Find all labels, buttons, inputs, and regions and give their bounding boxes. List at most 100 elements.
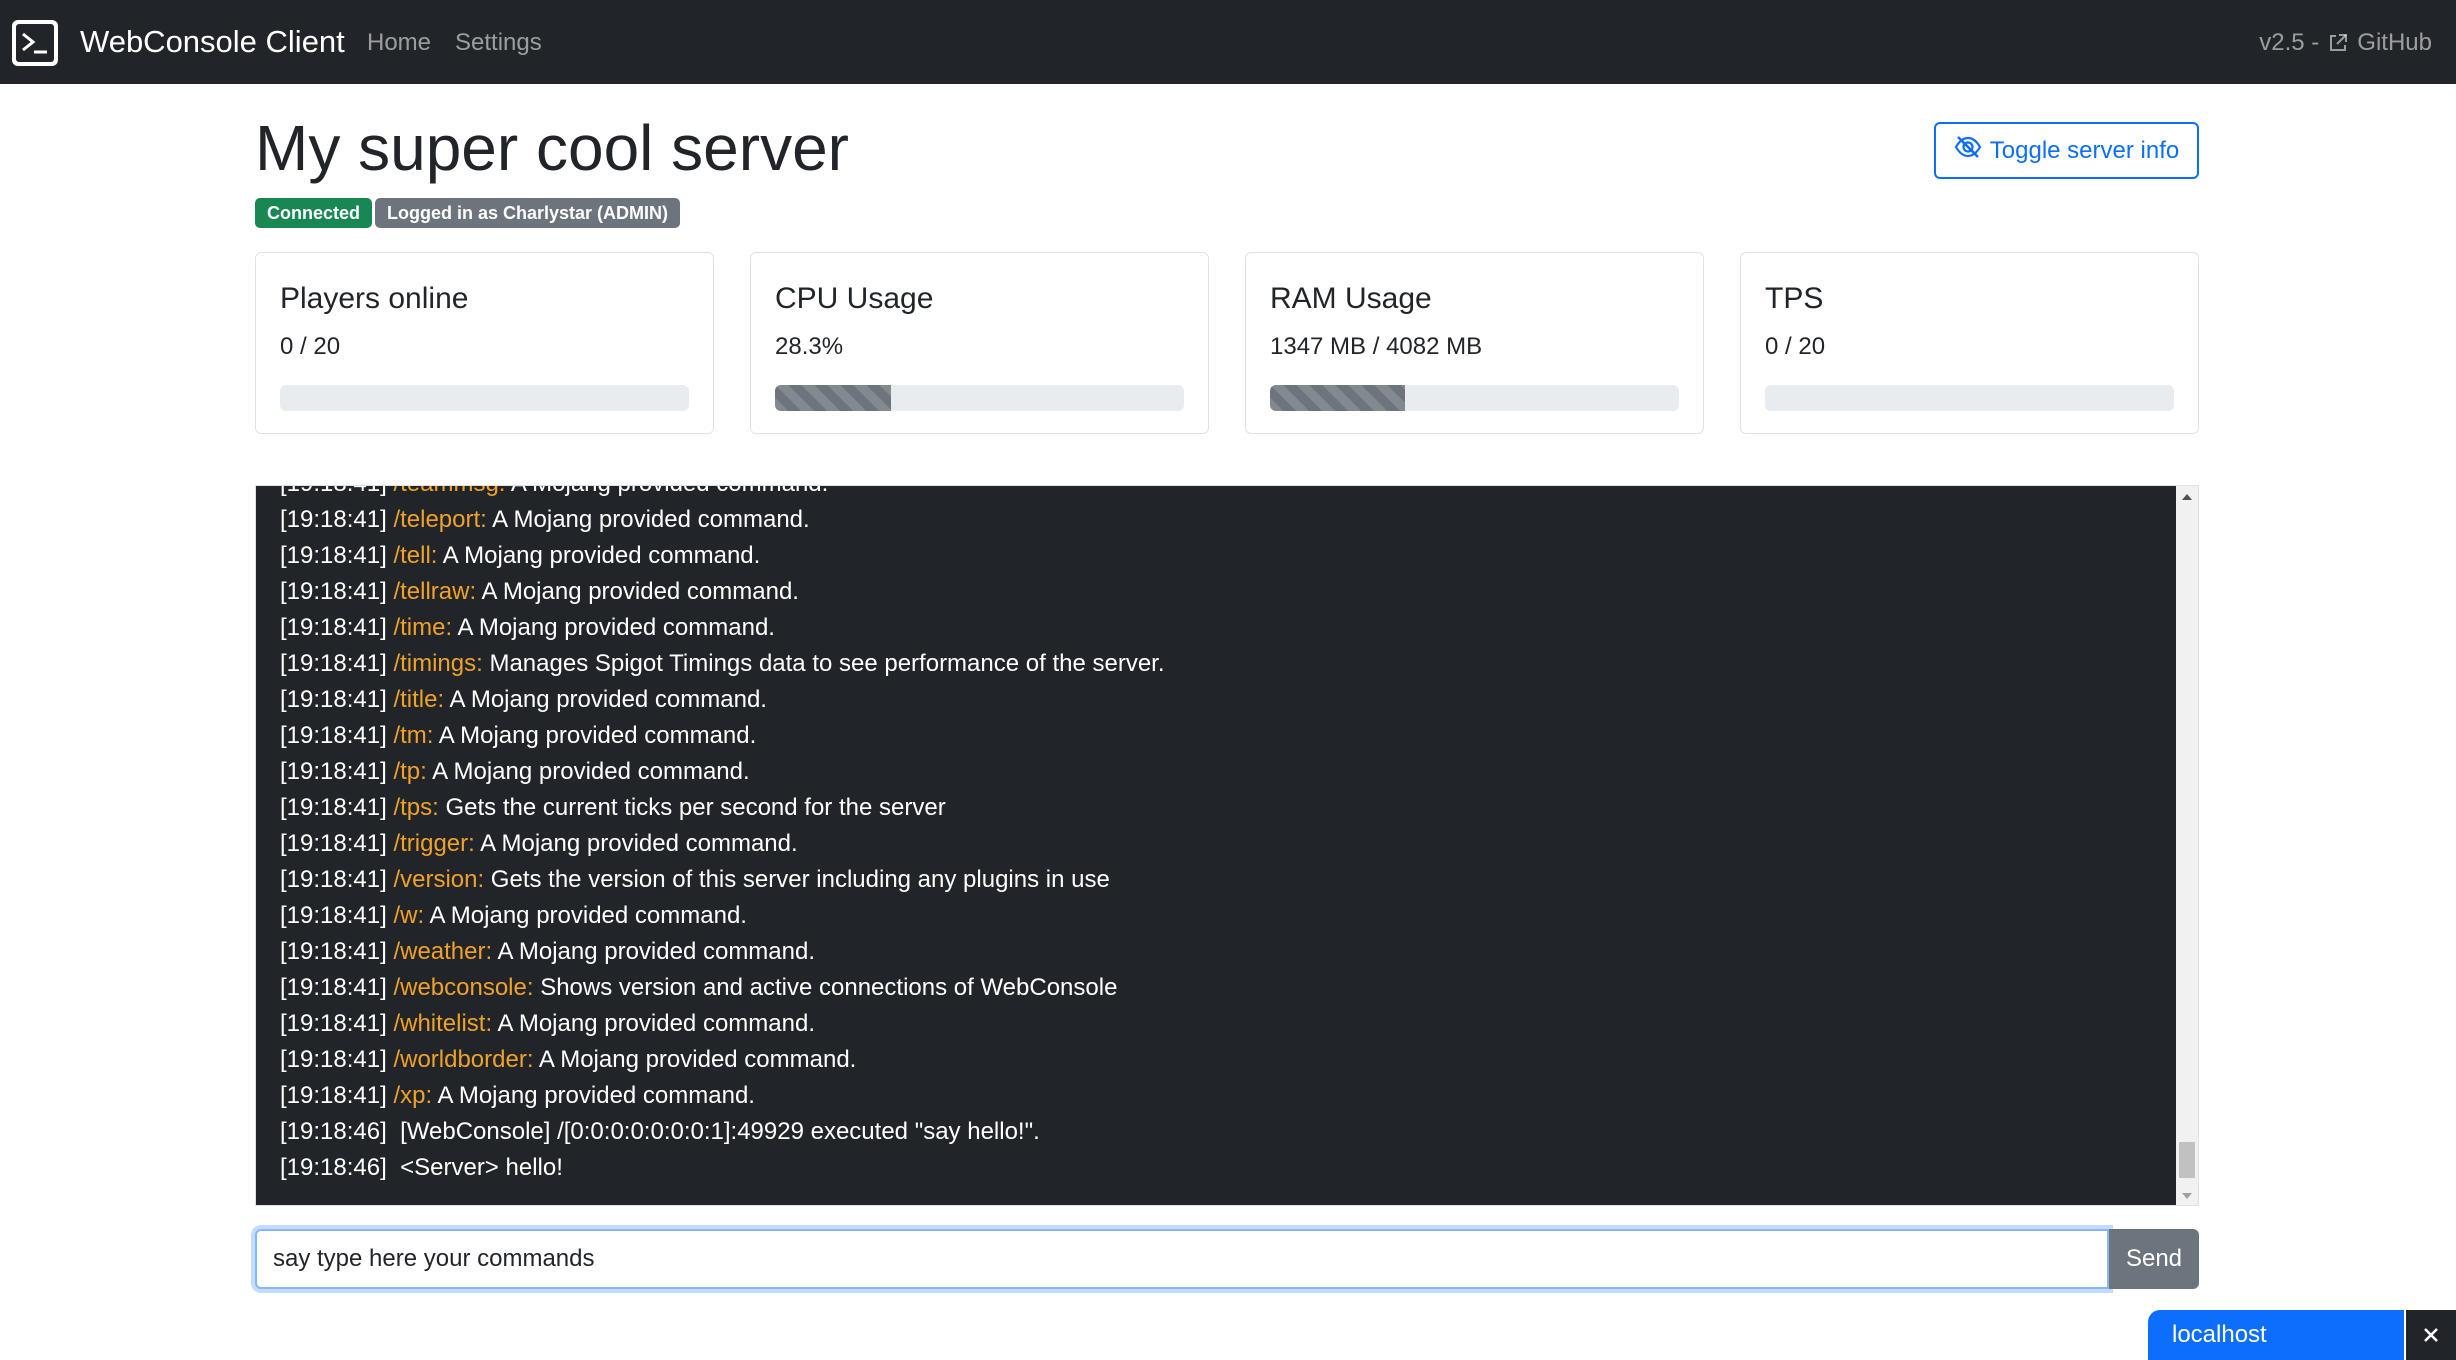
console-line: [19:18:41] /trigger: A Mojang provided c… — [280, 826, 2160, 862]
console-command: /tps: — [393, 794, 439, 821]
console-line: [19:18:41] /xp: A Mojang provided comman… — [280, 1078, 2160, 1114]
console-command: /teleport: — [393, 506, 487, 533]
progress-fill — [1270, 385, 1405, 411]
console-text: Gets the current ticks per second for th… — [438, 794, 946, 821]
console-command: /title: — [393, 686, 445, 713]
console-timestamp: [19:18:41] — [280, 866, 387, 893]
console-line: [19:18:41] /tell: A Mojang provided comm… — [280, 538, 2160, 574]
console-text: A Mojang provided command. — [432, 1082, 755, 1109]
scrollbar-thumb[interactable] — [2179, 1142, 2195, 1178]
close-icon[interactable] — [2406, 1310, 2456, 1360]
card-value: 0 / 20 — [1765, 333, 1826, 360]
ram-usage-card: RAM Usage 1347 MB / 4082 MB — [1245, 252, 1704, 434]
server-tab-localhost[interactable]: localhost — [2148, 1310, 2404, 1360]
toggle-server-info-button[interactable]: Toggle server info — [1934, 122, 2199, 179]
console-timestamp: [19:18:41] — [280, 650, 387, 677]
console-line: [19:18:41] /tellraw: A Mojang provided c… — [280, 574, 2160, 610]
console-timestamp: [19:18:41] — [280, 794, 387, 821]
tps-card: TPS 0 / 20 — [1740, 252, 2199, 434]
console-command: /whitelist: — [393, 1010, 493, 1037]
console-timestamp: [19:18:41] — [280, 902, 387, 929]
console-command: /version: — [393, 866, 485, 893]
console-timestamp: [19:18:41] — [280, 758, 387, 785]
console-text: Gets the version of this server includin… — [484, 866, 1110, 893]
console-line: [19:18:41] /tp: A Mojang provided comman… — [280, 754, 2160, 790]
nav-settings-link[interactable]: Settings — [455, 28, 542, 58]
card-value: 1347 MB / 4082 MB — [1270, 333, 1483, 360]
card-value: 28.3% — [775, 333, 844, 360]
send-button[interactable]: Send — [2109, 1229, 2199, 1289]
console-timestamp: [19:18:41] — [280, 1082, 387, 1109]
console-command: /xp: — [393, 1082, 433, 1109]
console-line: [19:18:41] /w: A Mojang provided command… — [280, 898, 2160, 934]
github-link[interactable]: GitHub — [2357, 28, 2432, 58]
console-line: [19:18:41] /whitelist: A Mojang provided… — [280, 1006, 2160, 1042]
console-scrollbar[interactable] — [2176, 486, 2198, 1205]
card-title: CPU Usage — [775, 282, 934, 315]
console-text: A Mojang provided command. — [476, 578, 799, 605]
version-github: v2.5 - GitHub — [2259, 28, 2432, 58]
brand-title[interactable]: WebConsole Client — [80, 24, 345, 60]
console-timestamp: [19:18:41] — [280, 686, 387, 713]
players-online-card: Players online 0 / 20 — [255, 252, 714, 434]
console-command: /timings: — [393, 650, 483, 677]
console-text: Manages Spigot Timings data to see perfo… — [482, 650, 1165, 677]
console-text: A Mojang provided command. — [433, 722, 757, 749]
console-text: A Mojang provided command. — [533, 1046, 857, 1073]
version-label: v2.5 - — [2259, 29, 2320, 56]
console-text: A Mojang provided command. — [426, 758, 750, 785]
console-command: /w: — [393, 902, 425, 929]
console-line: [19:18:41] /tps: Gets the current ticks … — [280, 790, 2160, 826]
console-text: A Mojang provided command. — [492, 1010, 815, 1037]
console-text: A Mojang provided command. — [437, 542, 761, 569]
console-text: A Mojang provided command. — [444, 686, 767, 713]
console-timestamp: [19:18:46] — [280, 1154, 387, 1181]
ram-progress-bar — [1270, 385, 1679, 411]
console-command: /tell: — [393, 542, 438, 569]
console-timestamp: [19:18:41] — [280, 1046, 387, 1073]
console-line: [19:18:46] <Server> hello! — [280, 1150, 2160, 1186]
console-command: /tm: — [393, 722, 434, 749]
console-line: [19:18:41] /weather: A Mojang provided c… — [280, 934, 2160, 970]
console-line: [19:18:46] [WebConsole] /[0:0:0:0:0:0:0:… — [280, 1114, 2160, 1150]
console-timestamp: [19:18:41] — [280, 578, 387, 605]
nav-home-link[interactable]: Home — [367, 28, 431, 58]
console-command: /weather: — [393, 938, 493, 965]
console-line: [19:18:41] /teammsg: A Mojang provided c… — [280, 486, 2160, 502]
terminal-logo-icon[interactable] — [12, 20, 58, 66]
console-line: [19:18:41] /time: A Mojang provided comm… — [280, 610, 2160, 646]
console-line: [19:18:41] /version: Gets the version of… — [280, 862, 2160, 898]
console-timestamp: [19:18:41] — [280, 938, 387, 965]
console-command: /tp: — [393, 758, 427, 785]
console-text: <Server> hello! — [393, 1154, 563, 1181]
console-text: [WebConsole] /[0:0:0:0:0:0:0:1]:49929 ex… — [393, 1118, 1040, 1145]
console-command: /teammsg: — [393, 486, 505, 497]
eye-slash-icon — [1954, 135, 1982, 166]
progress-fill — [775, 385, 891, 411]
tps-progress-bar — [1765, 385, 2174, 411]
console-line: [19:18:41] /title: A Mojang provided com… — [280, 682, 2160, 718]
scroll-up-arrow-icon[interactable] — [2176, 486, 2198, 508]
console-command: /tellraw: — [393, 578, 477, 605]
console-output[interactable]: [19:18:41] /teammsg: A Mojang provided c… — [255, 485, 2199, 1206]
console-timestamp: [19:18:46] — [280, 1118, 387, 1145]
console-text: A Mojang provided command. — [424, 902, 747, 929]
scroll-down-arrow-icon[interactable] — [2176, 1185, 2198, 1205]
toggle-server-info-label: Toggle server info — [1989, 136, 2180, 164]
players-progress-bar — [280, 385, 689, 411]
console-line: [19:18:41] /worldborder: A Mojang provid… — [280, 1042, 2160, 1078]
console-timestamp: [19:18:41] — [280, 1010, 387, 1037]
console-timestamp: [19:18:41] — [280, 614, 387, 641]
cpu-usage-card: CPU Usage 28.3% — [750, 252, 1209, 434]
top-navbar: WebConsole Client Home Settings v2.5 - G… — [0, 0, 2456, 84]
console-line: [19:18:41] /tm: A Mojang provided comman… — [280, 718, 2160, 754]
console-text: A Mojang provided command. — [505, 486, 829, 497]
console-lines: [19:18:41] /teammsg: A Mojang provided c… — [280, 486, 2160, 1186]
card-value: 0 / 20 — [280, 333, 341, 360]
console-command: /worldborder: — [393, 1046, 534, 1073]
command-input[interactable] — [255, 1229, 2109, 1289]
external-link-icon[interactable] — [2327, 32, 2349, 54]
console-command: /time: — [393, 614, 453, 641]
console-text: A Mojang provided command. — [474, 830, 798, 857]
console-timestamp: [19:18:41] — [280, 486, 387, 497]
